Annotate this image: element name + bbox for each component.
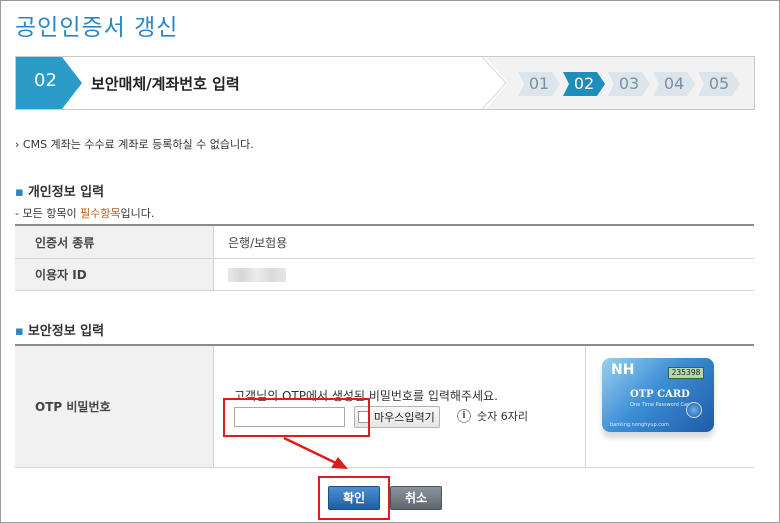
cancel-button[interactable]: 취소 <box>390 486 442 510</box>
confirm-button[interactable]: 확인 <box>328 486 380 510</box>
highlight-arrow <box>283 436 348 469</box>
